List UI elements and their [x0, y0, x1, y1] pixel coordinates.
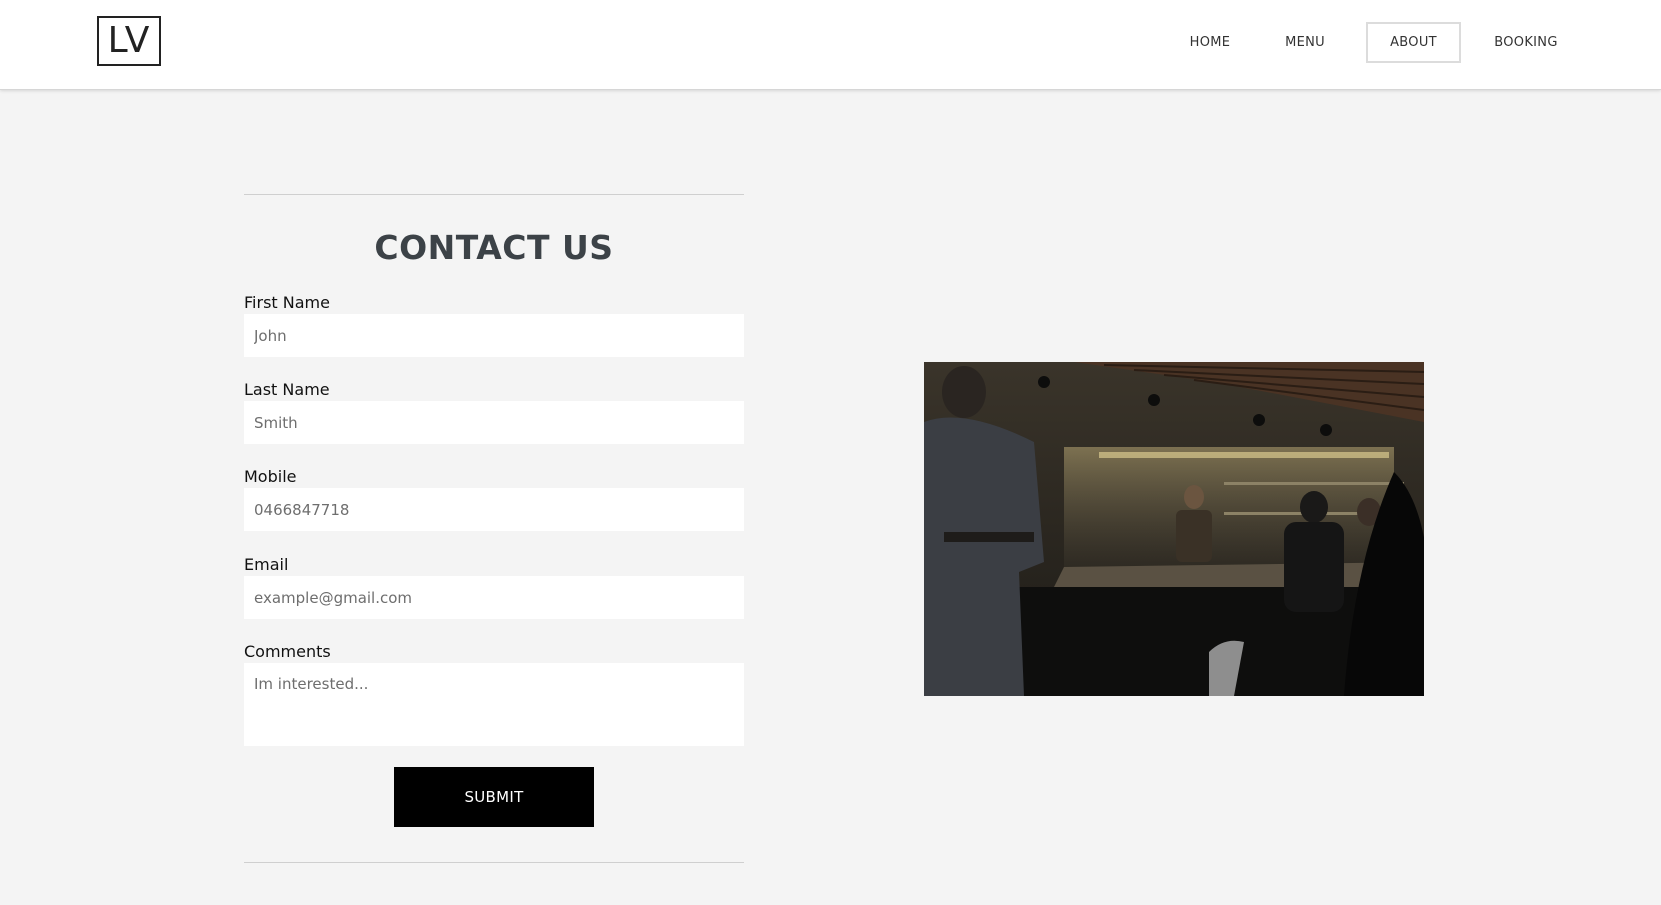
nav-menu[interactable]: MENU	[1270, 22, 1340, 63]
nav-booking[interactable]: BOOKING	[1482, 22, 1570, 63]
restaurant-photo-illustration	[924, 362, 1424, 696]
first-name-field[interactable]	[244, 314, 744, 357]
last-name-field[interactable]	[244, 401, 744, 444]
bottom-divider	[244, 862, 744, 863]
top-divider	[244, 194, 744, 195]
site-logo[interactable]: LV	[97, 16, 161, 66]
first-name-label: First Name	[244, 293, 330, 312]
mobile-label: Mobile	[244, 467, 297, 486]
submit-button[interactable]: SUBMIT	[394, 767, 594, 827]
site-header: LV HOME MENU ABOUT BOOKING	[0, 0, 1661, 90]
comments-field[interactable]	[244, 663, 744, 746]
restaurant-photo	[924, 362, 1424, 696]
email-field[interactable]	[244, 576, 744, 619]
page-title: CONTACT US	[374, 228, 614, 267]
nav-home[interactable]: HOME	[1170, 22, 1250, 63]
comments-label: Comments	[244, 642, 331, 661]
email-label: Email	[244, 555, 289, 574]
main-nav: HOME MENU ABOUT BOOKING	[1170, 22, 1570, 63]
last-name-label: Last Name	[244, 380, 330, 399]
nav-about[interactable]: ABOUT	[1366, 22, 1461, 63]
mobile-field[interactable]	[244, 488, 744, 531]
